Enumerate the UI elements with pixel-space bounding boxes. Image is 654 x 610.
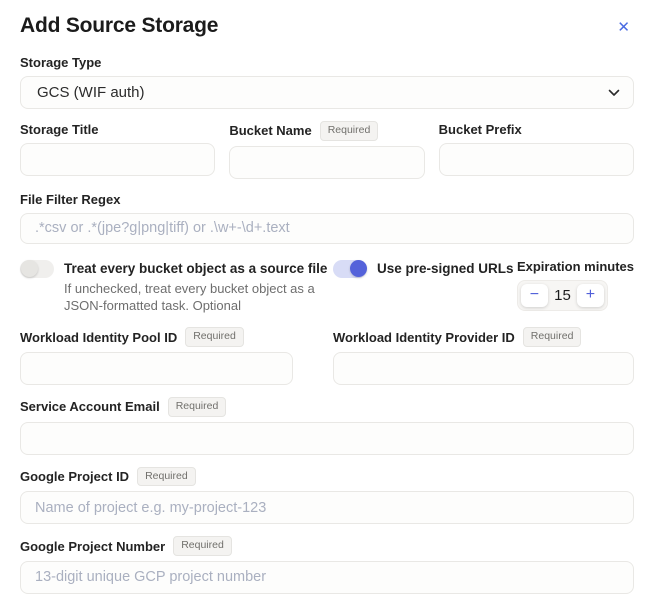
dialog-header: Add Source Storage ✕	[20, 14, 634, 38]
required-badge: Required	[185, 327, 244, 347]
required-badge: Required	[320, 121, 379, 141]
presigned-urls-toggle[interactable]	[333, 260, 367, 278]
required-badge: Required	[523, 327, 582, 347]
toggles-row: Treat every bucket object as a source fi…	[20, 259, 634, 315]
bucket-prefix-label: Bucket Prefix	[439, 122, 522, 137]
storage-type-group: Storage Type GCS (WIF auth)	[20, 54, 634, 109]
required-badge: Required	[137, 467, 196, 487]
bucket-prefix-group: Bucket Prefix	[439, 121, 634, 179]
storage-title-input[interactable]	[20, 143, 215, 176]
treat-toggle-label: Treat every bucket object as a source fi…	[64, 259, 333, 278]
bucket-name-label: Bucket Name	[229, 123, 311, 138]
project-number-label: Google Project Number	[20, 539, 165, 554]
presigned-toggle-block: Use pre-signed URLs	[333, 259, 514, 278]
storage-type-value: GCS (WIF auth)	[37, 84, 145, 101]
storage-title-label: Storage Title	[20, 122, 99, 137]
expiration-stepper: − 15 +	[517, 280, 608, 311]
storage-title-group: Storage Title	[20, 121, 215, 179]
close-icon[interactable]: ✕	[613, 18, 634, 37]
workload-pool-input[interactable]	[20, 352, 293, 385]
file-filter-label: File Filter Regex	[20, 192, 120, 207]
decrement-button[interactable]: −	[521, 284, 548, 307]
dialog-title: Add Source Storage	[20, 14, 218, 38]
workload-pool-group: Workload Identity Pool ID Required	[20, 327, 293, 385]
workload-pool-label: Workload Identity Pool ID	[20, 330, 177, 345]
project-number-input[interactable]	[20, 561, 634, 594]
add-source-storage-dialog: Add Source Storage ✕ Storage Type GCS (W…	[0, 0, 654, 610]
toggle-knob	[21, 260, 38, 277]
expiration-block: Expiration minutes − 15 +	[517, 259, 634, 311]
workload-row: Workload Identity Pool ID Required Workl…	[20, 327, 634, 385]
treat-objects-toggle[interactable]	[20, 260, 54, 278]
workload-provider-label: Workload Identity Provider ID	[333, 330, 515, 345]
bucket-name-group: Bucket Name Required	[229, 121, 424, 179]
treat-toggle-block: Treat every bucket object as a source fi…	[20, 259, 333, 315]
storage-type-label: Storage Type	[20, 55, 101, 70]
toggle-knob	[350, 260, 367, 277]
required-badge: Required	[168, 397, 227, 417]
chevron-down-icon	[608, 89, 620, 97]
service-email-input[interactable]	[20, 422, 634, 455]
project-number-group: Google Project Number Required	[20, 536, 634, 594]
project-id-group: Google Project ID Required	[20, 467, 634, 525]
service-email-label: Service Account Email	[20, 399, 160, 414]
expiration-value[interactable]: 15	[548, 287, 577, 304]
workload-provider-input[interactable]	[333, 352, 634, 385]
presigned-toggle-label: Use pre-signed URLs	[377, 259, 514, 278]
increment-button[interactable]: +	[577, 284, 604, 307]
project-id-input[interactable]	[20, 491, 634, 524]
file-filter-input[interactable]	[20, 213, 634, 244]
project-id-label: Google Project ID	[20, 469, 129, 484]
treat-toggle-description: If unchecked, treat every bucket object …	[64, 281, 333, 315]
bucket-row: Storage Title Bucket Name Required Bucke…	[20, 121, 634, 179]
bucket-prefix-input[interactable]	[439, 143, 634, 176]
required-badge: Required	[173, 536, 232, 556]
workload-provider-group: Workload Identity Provider ID Required	[333, 327, 634, 385]
file-filter-group: File Filter Regex	[20, 191, 634, 244]
expiration-label: Expiration minutes	[517, 259, 634, 274]
storage-type-select[interactable]: GCS (WIF auth)	[20, 76, 634, 109]
service-email-group: Service Account Email Required	[20, 397, 634, 455]
bucket-name-input[interactable]	[229, 146, 424, 179]
